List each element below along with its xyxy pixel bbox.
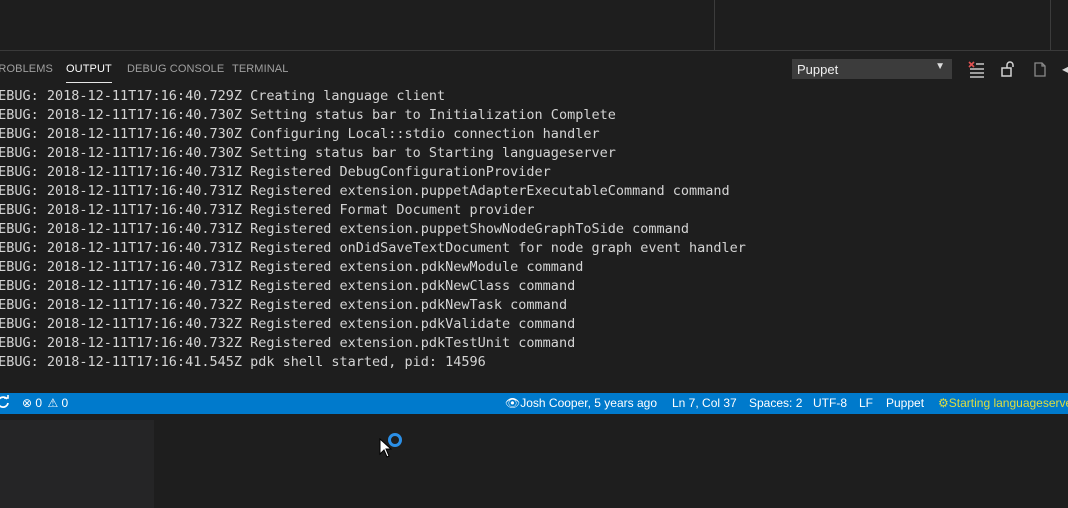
language-mode[interactable]: Puppet xyxy=(886,396,924,410)
log-line: DEBUG: 2018-12-11T17:16:40.732Z Register… xyxy=(0,316,576,332)
editor-split-divider[interactable] xyxy=(714,0,715,50)
log-line: DEBUG: 2018-12-11T17:16:40.731Z Register… xyxy=(0,221,689,237)
tab-terminal[interactable]: TERMINAL xyxy=(232,63,288,75)
lower-main-area xyxy=(154,420,1068,508)
busy-spinner-icon xyxy=(388,433,402,447)
sync-icon[interactable] xyxy=(0,395,10,412)
lower-background xyxy=(0,414,1068,508)
status-bar: ⊗ 0 ⚠ 0 👁Josh Cooper, 5 years ago Ln 7, … xyxy=(0,393,1068,414)
error-icon: ⊗ xyxy=(22,396,33,410)
dropdown-arrow-icon: ▼ xyxy=(935,61,945,72)
output-channel-select[interactable]: Puppet ▼ xyxy=(792,59,952,79)
log-line: DEBUG: 2018-12-11T17:16:40.732Z Register… xyxy=(0,335,576,351)
eye-icon: 👁 xyxy=(505,396,521,410)
log-line: DEBUG: 2018-12-11T17:16:40.731Z Register… xyxy=(0,202,535,218)
clear-output-icon[interactable] xyxy=(967,60,985,78)
lock-scroll-icon[interactable] xyxy=(999,60,1017,78)
tab-output[interactable]: OUTPUT xyxy=(66,63,112,83)
warning-count: 0 xyxy=(61,396,69,410)
log-line: DEBUG: 2018-12-11T17:16:40.731Z Register… xyxy=(0,240,746,256)
log-line: DEBUG: 2018-12-11T17:16:40.731Z Register… xyxy=(0,259,584,275)
open-log-file-icon[interactable] xyxy=(1031,60,1049,78)
problems-indicator[interactable]: ⊗ 0 ⚠ 0 xyxy=(22,396,68,410)
error-count: 0 xyxy=(35,396,43,410)
log-line: DEBUG: 2018-12-11T17:16:40.731Z Register… xyxy=(0,164,551,180)
end-of-line[interactable]: LF xyxy=(859,396,873,410)
gear-icon: ⚙ xyxy=(938,396,949,410)
editor-split-divider-2[interactable] xyxy=(1050,0,1051,50)
output-log[interactable]: DEBUG: 2018-12-11T17:16:40.729Z Creating… xyxy=(0,86,1068,390)
warning-icon: ⚠ xyxy=(47,396,59,410)
log-line: DEBUG: 2018-12-11T17:16:41.545Z pdk shel… xyxy=(0,354,486,370)
tab-problems[interactable]: PROBLEMS xyxy=(0,63,53,75)
cursor-position[interactable]: Ln 7, Col 37 xyxy=(672,396,737,410)
git-blame-item[interactable]: 👁Josh Cooper, 5 years ago xyxy=(505,396,657,410)
more-actions-icon[interactable]: ◂ xyxy=(1062,62,1068,76)
git-blame-text: Josh Cooper, 5 years ago xyxy=(520,396,657,410)
log-line: DEBUG: 2018-12-11T17:16:40.732Z Register… xyxy=(0,297,568,313)
tab-debug-console[interactable]: DEBUG CONSOLE xyxy=(127,63,224,75)
log-line: DEBUG: 2018-12-11T17:16:40.731Z Register… xyxy=(0,278,576,294)
log-line: DEBUG: 2018-12-11T17:16:40.730Z Configur… xyxy=(0,126,600,142)
log-line: DEBUG: 2018-12-11T17:16:40.729Z Creating… xyxy=(0,88,446,104)
output-channel-value: Puppet xyxy=(797,62,839,77)
indentation[interactable]: Spaces: 2 xyxy=(749,396,802,410)
language-server-status[interactable]: ⚙Starting languageserver xyxy=(938,396,1068,410)
editor-area xyxy=(0,0,1068,51)
language-server-status-text: Starting languageserver xyxy=(948,396,1068,410)
log-line: DEBUG: 2018-12-11T17:16:40.730Z Setting … xyxy=(0,107,616,123)
log-line: DEBUG: 2018-12-11T17:16:40.730Z Setting … xyxy=(0,145,616,161)
encoding[interactable]: UTF-8 xyxy=(813,396,847,410)
log-line: DEBUG: 2018-12-11T17:16:40.731Z Register… xyxy=(0,183,730,199)
panel-header: PROBLEMS OUTPUT DEBUG CONSOLE TERMINAL P… xyxy=(0,51,1068,86)
lower-sidebar xyxy=(0,420,154,508)
